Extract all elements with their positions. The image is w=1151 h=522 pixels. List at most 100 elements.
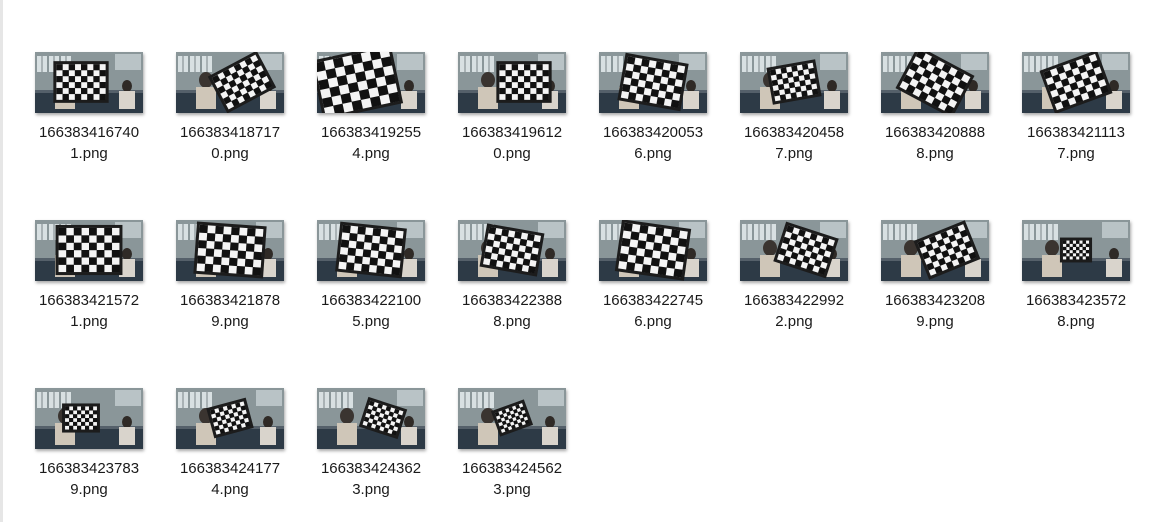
file-thumbnail[interactable] [599, 52, 707, 113]
file-name-line-1: 166383421113 [1027, 124, 1125, 141]
file-name-line-2: 6.png [634, 145, 672, 162]
checkerboard-image [35, 388, 143, 449]
file-name-line-1: 166383422388 [461, 292, 563, 309]
file-name-line-1: 166383419612 [461, 124, 563, 141]
file-name[interactable]: 166383418717 0.png [167, 122, 293, 164]
file-name-line-2: 8.png [493, 313, 531, 330]
checkerboard-image [1022, 52, 1130, 113]
checkerboard-image [317, 220, 425, 281]
file-thumbnail[interactable] [35, 220, 143, 281]
checkerboard-image [1022, 220, 1130, 281]
file-item[interactable]: 166383420888 8.png [872, 44, 998, 174]
file-item[interactable]: 166383422100 5.png [308, 212, 434, 342]
file-name[interactable]: 166383424562 3.png [449, 458, 575, 500]
file-thumbnail[interactable] [176, 220, 284, 281]
checkerboard-image [176, 388, 284, 449]
file-name[interactable]: 166383421572 1.png [26, 290, 152, 332]
checkerboard-image [458, 52, 566, 113]
file-name[interactable]: 166383424177 4.png [167, 458, 293, 500]
file-name-line-2: 6.png [634, 313, 672, 330]
checkerboard-image [317, 52, 425, 113]
file-name-line-1: 166383424177 [179, 460, 281, 477]
file-item[interactable]: 166383421113 7.png [1013, 44, 1139, 174]
file-item[interactable]: 166383420458 7.png [731, 44, 857, 174]
file-thumbnail[interactable] [740, 220, 848, 281]
file-name[interactable]: 166383419612 0.png [449, 122, 575, 164]
file-thumbnail[interactable] [317, 220, 425, 281]
file-thumbnail[interactable] [881, 52, 989, 113]
file-name[interactable]: 166383422992 2.png [731, 290, 857, 332]
file-name-line-1: 166383422100 [320, 292, 422, 309]
file-name-line-1: 166383421572 [38, 292, 140, 309]
file-name-line-2: 9.png [70, 481, 108, 498]
file-name[interactable]: 166383422100 5.png [308, 290, 434, 332]
file-name-line-1: 166383424362 [320, 460, 422, 477]
file-name-line-1: 166383422745 [602, 292, 704, 309]
file-name[interactable]: 166383424362 3.png [308, 458, 434, 500]
checkerboard-image [599, 220, 707, 281]
file-name[interactable]: 166383422745 6.png [590, 290, 716, 332]
file-name[interactable]: 166383420888 8.png [872, 122, 998, 164]
file-thumbnail[interactable] [1022, 52, 1130, 113]
checkerboard-image [35, 52, 143, 113]
file-thumbnail[interactable] [176, 388, 284, 449]
file-name-line-1: 166383423783 [38, 460, 140, 477]
checkerboard-image [458, 220, 566, 281]
file-name[interactable]: 166383419255 4.png [308, 122, 434, 164]
file-item[interactable]: 166383423783 9.png [26, 380, 152, 510]
file-thumbnail[interactable] [458, 220, 566, 281]
file-thumbnail[interactable] [35, 388, 143, 449]
file-name[interactable]: 166383421113 7.png [1013, 122, 1139, 164]
file-item[interactable]: 166383423208 9.png [872, 212, 998, 342]
file-name[interactable]: 166383420458 7.png [731, 122, 857, 164]
file-name-line-1: 166383424562 [461, 460, 563, 477]
file-item[interactable]: 166383424562 3.png [449, 380, 575, 510]
file-name-line-2: 3.png [352, 481, 390, 498]
file-name[interactable]: 166383420053 6.png [590, 122, 716, 164]
file-thumbnail[interactable] [881, 220, 989, 281]
file-name-line-1: 166383416740 [38, 124, 140, 141]
file-thumbnail[interactable] [317, 388, 425, 449]
file-thumbnail[interactable] [458, 388, 566, 449]
checkerboard-image [35, 220, 143, 281]
file-name-line-2: 4.png [211, 481, 249, 498]
file-name[interactable]: 166383423572 8.png [1013, 290, 1139, 332]
file-item[interactable]: 166383420053 6.png [590, 44, 716, 174]
file-thumbnail[interactable] [599, 220, 707, 281]
file-item[interactable]: 166383424362 3.png [308, 380, 434, 510]
file-name-line-2: 8.png [1057, 313, 1095, 330]
file-item[interactable]: 166383419612 0.png [449, 44, 575, 174]
file-name-line-1: 166383422992 [743, 292, 845, 309]
file-item[interactable]: 166383418717 0.png [167, 44, 293, 174]
file-item[interactable]: 166383422388 8.png [449, 212, 575, 342]
file-thumbnail[interactable] [35, 52, 143, 113]
file-thumbnail[interactable] [458, 52, 566, 113]
file-name-line-2: 8.png [916, 145, 954, 162]
file-name-line-2: 0.png [493, 145, 531, 162]
file-name[interactable]: 166383416740 1.png [26, 122, 152, 164]
file-name[interactable]: 166383421878 9.png [167, 290, 293, 332]
file-name-line-2: 0.png [211, 145, 249, 162]
file-item[interactable]: 166383424177 4.png [167, 380, 293, 510]
file-item[interactable]: 166383422992 2.png [731, 212, 857, 342]
file-name-line-2: 4.png [352, 145, 390, 162]
file-thumbnail[interactable] [740, 52, 848, 113]
file-thumbnail[interactable] [176, 52, 284, 113]
file-item[interactable]: 166383422745 6.png [590, 212, 716, 342]
checkerboard-image [599, 52, 707, 113]
file-name-line-1: 166383420053 [602, 124, 704, 141]
file-item[interactable]: 166383416740 1.png [26, 44, 152, 174]
file-item[interactable]: 166383421572 1.png [26, 212, 152, 342]
file-item[interactable]: 166383421878 9.png [167, 212, 293, 342]
file-item[interactable]: 166383423572 8.png [1013, 212, 1139, 342]
file-name[interactable]: 166383423208 9.png [872, 290, 998, 332]
checkerboard-image [740, 220, 848, 281]
file-name-line-2: 7.png [1057, 145, 1095, 162]
file-name[interactable]: 166383423783 9.png [26, 458, 152, 500]
file-name-line-1: 166383419255 [320, 124, 422, 141]
file-name[interactable]: 166383422388 8.png [449, 290, 575, 332]
file-thumbnail[interactable] [1022, 220, 1130, 281]
file-item[interactable]: 166383419255 4.png [308, 44, 434, 174]
file-thumbnail[interactable] [317, 52, 425, 113]
file-name-line-1: 166383420458 [743, 124, 845, 141]
